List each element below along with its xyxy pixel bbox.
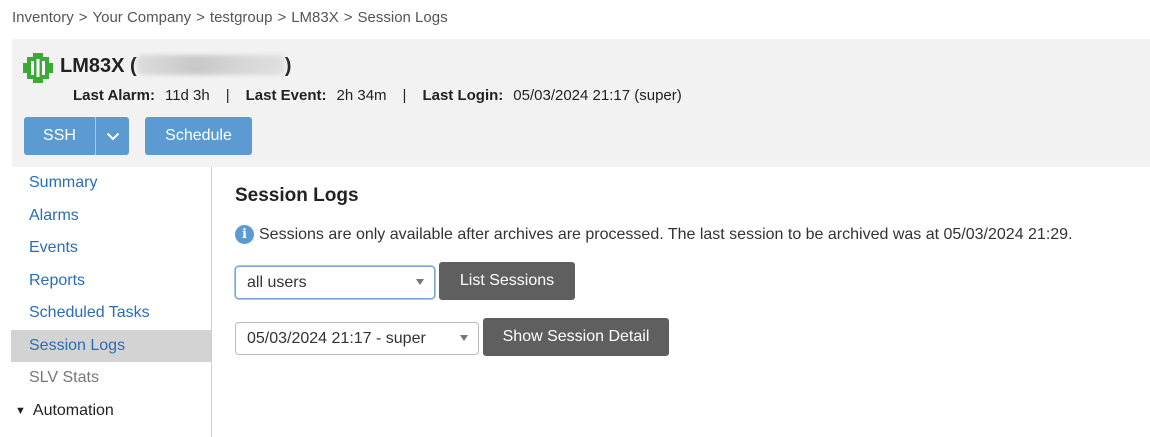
device-ip-close-paren: ) [284, 55, 292, 77]
breadcrumb-testgroup[interactable]: testgroup [210, 9, 273, 26]
chevron-down-icon [106, 132, 119, 140]
dropdown-arrow-icon [460, 335, 468, 341]
info-message: i Sessions are only available after arch… [235, 225, 1073, 244]
breadcrumb-your-company[interactable]: Your Company [92, 9, 191, 26]
breadcrumb: Inventory > Your Company > testgroup > LM83X > S… [12, 9, 448, 26]
breadcrumb-separator: > [343, 9, 353, 26]
sidebar-item-alarms[interactable]: Alarms [11, 200, 211, 233]
last-event-value: 2h 34m [336, 87, 387, 104]
session-select-value: 05/03/2024 21:17 - super [247, 329, 426, 347]
last-alarm-value: 11d 3h [164, 87, 210, 104]
device-name: LM83X [60, 55, 125, 77]
device-stats: Last Alarm: 11d 3h | Last Event: 2h 34m | Last… [73, 87, 682, 104]
dropdown-arrow-icon [416, 279, 424, 285]
info-text: Sessions are only available after archiv… [259, 225, 1073, 243]
last-alarm-label: Last Alarm: [73, 87, 155, 104]
info-icon: i [235, 225, 254, 244]
sidebar-group-automation[interactable]: ▼ Automation [11, 395, 211, 428]
breadcrumb-separator: > [78, 9, 88, 26]
session-select[interactable]: 05/03/2024 21:17 - super [235, 322, 479, 355]
ssh-dropdown-button[interactable] [95, 117, 129, 155]
schedule-button[interactable]: Schedule [145, 117, 252, 155]
breadcrumb-lm83x[interactable]: LM83X [291, 9, 339, 26]
show-session-detail-button[interactable]: Show Session Detail [483, 318, 669, 356]
sidebar-item-scheduled-tasks[interactable]: Scheduled Tasks [11, 297, 211, 330]
sidebar-item-summary[interactable]: Summary [11, 167, 211, 200]
sidebar-item-slv-stats[interactable]: SLV Stats [11, 362, 211, 395]
user-filter-value: all users [247, 273, 307, 291]
last-event-label: Last Event: [245, 87, 327, 104]
device-title: LM83X () [60, 55, 291, 78]
caret-down-icon: ▼ [15, 404, 26, 417]
stats-separator: | [402, 87, 407, 104]
breadcrumb-separator: > [196, 9, 205, 26]
sidebar-nav: Summary Alarms Events Reports Scheduled … [11, 167, 212, 437]
last-login-value: 05/03/2024 21:17 (super) [513, 87, 682, 104]
page-title: Session Logs [235, 185, 359, 206]
ssh-button[interactable]: SSH [24, 117, 95, 155]
breadcrumb-inventory[interactable]: Inventory [12, 9, 74, 26]
list-sessions-button[interactable]: List Sessions [439, 262, 575, 300]
breadcrumb-separator: > [277, 9, 287, 26]
sidebar-group-label: Automation [32, 401, 114, 419]
device-ip-redacted [136, 55, 285, 75]
sidebar-item-events[interactable]: Events [11, 232, 211, 265]
ssh-split-button: SSH [24, 117, 129, 155]
device-header: LM83X () Last Alarm: 11d 3h | Last Event: 2h… [12, 39, 1150, 167]
breadcrumb-session-logs: Session Logs [357, 9, 448, 26]
last-login-label: Last Login: [422, 87, 504, 104]
sidebar-item-session-logs[interactable]: Session Logs [11, 329, 211, 362]
sidebar-item-reports[interactable]: Reports [11, 265, 211, 298]
device-logo-icon [23, 53, 53, 83]
stats-separator: | [225, 87, 230, 104]
user-filter-select[interactable]: all users [235, 266, 435, 299]
device-ip-open-paren: ( [130, 55, 137, 77]
